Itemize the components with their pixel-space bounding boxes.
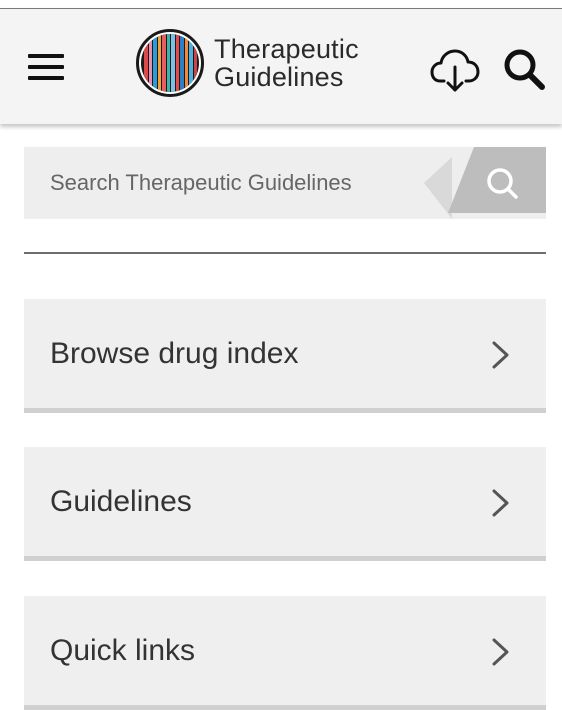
nav-item-browse-drug-index[interactable]: Browse drug index — [24, 299, 546, 413]
logo-title-line2: Guidelines — [214, 62, 344, 92]
logo-mark-icon — [136, 29, 204, 97]
cloud-download-icon[interactable] — [430, 47, 480, 93]
menu-bar — [28, 54, 64, 58]
chevron-right-icon — [492, 341, 509, 369]
menu-bar — [28, 76, 64, 80]
nav-item-guidelines[interactable]: Guidelines — [24, 447, 546, 561]
logo-title-line1: Therapeutic — [214, 34, 359, 64]
app-logo[interactable]: Therapeutic Guidelines — [136, 27, 376, 107]
nav-item-label: Quick links — [50, 634, 196, 667]
chevron-right-icon — [492, 638, 509, 666]
logo-text: Therapeutic Guidelines — [214, 35, 359, 91]
app-header: Therapeutic Guidelines — [0, 8, 562, 124]
search-bar — [24, 147, 546, 219]
nav-item-quick-links[interactable]: Quick links — [24, 596, 546, 710]
search-input[interactable] — [24, 147, 434, 219]
menu-bar — [28, 65, 64, 69]
chevron-right-icon — [492, 489, 509, 517]
search-submit-button[interactable] — [424, 147, 546, 219]
hamburger-menu-icon[interactable] — [22, 47, 70, 87]
search-icon[interactable] — [500, 45, 550, 93]
nav-item-label: Browse drug index — [50, 337, 299, 370]
divider — [24, 252, 546, 254]
nav-item-label: Guidelines — [50, 485, 192, 518]
